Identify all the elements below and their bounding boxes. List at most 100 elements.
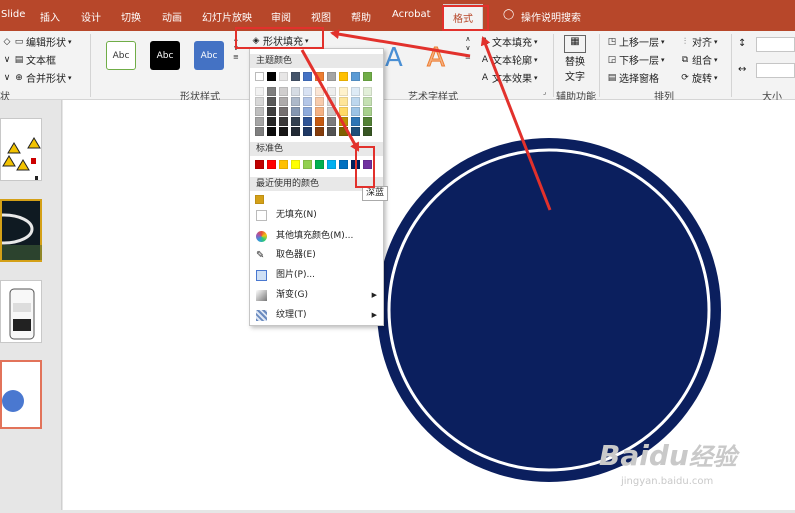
theme-shade-swatch[interactable] — [279, 127, 288, 136]
tab-insert[interactable]: 插入 — [40, 9, 60, 24]
theme-shade-swatch[interactable] — [291, 87, 300, 96]
theme-shade-swatch[interactable] — [315, 97, 324, 106]
bring-forward-button[interactable]: ◳ 上移一层 ▾ — [607, 34, 665, 50]
slide-thumbnail-4-selected[interactable] — [0, 360, 42, 429]
group-button[interactable]: ⧉ 组合 ▾ — [680, 52, 718, 68]
tab-help[interactable]: 帮助 — [351, 9, 371, 24]
theme-shade-swatch[interactable] — [339, 117, 348, 126]
navy-circle-shape[interactable] — [377, 138, 721, 482]
theme-shade-swatch[interactable] — [303, 97, 312, 106]
texture-fill-item[interactable]: 纹理(T) ▶ — [250, 306, 383, 324]
slide-canvas[interactable]: Baidu经验 jingyan.baidu.com — [63, 100, 795, 510]
theme-shade-swatch[interactable] — [315, 117, 324, 126]
width-input[interactable] — [756, 63, 795, 78]
tab-animations[interactable]: 动画 — [162, 9, 182, 24]
theme-shade-swatch[interactable] — [363, 107, 372, 116]
standard-color-swatch[interactable] — [303, 160, 312, 169]
tab-transitions[interactable]: 切换 — [121, 9, 141, 24]
theme-color-swatch[interactable] — [339, 72, 348, 81]
wordart-style-orange[interactable]: A — [427, 43, 446, 74]
theme-shade-swatch[interactable] — [255, 127, 264, 136]
theme-shade-swatch[interactable] — [255, 87, 264, 96]
rotate-button[interactable]: ⟳ 旋转 ▾ — [680, 70, 717, 86]
no-fill-item[interactable]: 无填充(N) — [250, 206, 383, 224]
theme-shade-swatch[interactable] — [255, 107, 264, 116]
text-box-button[interactable]: ∨ ▤ 文本框 — [2, 52, 56, 68]
tab-slide[interactable]: Slide — [1, 9, 25, 20]
standard-color-swatch[interactable] — [291, 160, 300, 169]
theme-shade-swatch[interactable] — [279, 107, 288, 116]
theme-shade-swatch[interactable] — [303, 117, 312, 126]
theme-shade-swatch[interactable] — [363, 87, 372, 96]
theme-shade-swatch[interactable] — [267, 87, 276, 96]
text-outline-button[interactable]: A 文本轮廓 ▾ — [480, 52, 538, 68]
theme-color-swatch[interactable] — [279, 72, 288, 81]
theme-shade-swatch[interactable] — [267, 127, 276, 136]
theme-color-swatch[interactable] — [351, 72, 360, 81]
theme-shade-swatch[interactable] — [327, 97, 336, 106]
theme-color-swatch[interactable] — [255, 72, 264, 81]
theme-shade-swatch[interactable] — [363, 97, 372, 106]
tab-slideshow[interactable]: 幻灯片放映 — [202, 9, 252, 24]
tab-design[interactable]: 设计 — [81, 9, 101, 24]
theme-shade-swatch[interactable] — [291, 107, 300, 116]
theme-shade-swatch[interactable] — [351, 117, 360, 126]
send-backward-button[interactable]: ◲ 下移一层 ▾ — [607, 52, 665, 68]
theme-shade-swatch[interactable] — [351, 127, 360, 136]
alt-text-button[interactable]: ▦ 替换 文字 — [564, 35, 586, 83]
selection-pane-button[interactable]: ▤ 选择窗格 — [607, 70, 659, 86]
theme-shade-swatch[interactable] — [279, 117, 288, 126]
shape-style-white[interactable]: Abc — [106, 41, 136, 70]
theme-color-swatch[interactable] — [267, 72, 276, 81]
recent-color-swatch[interactable] — [255, 195, 264, 204]
theme-shade-swatch[interactable] — [291, 97, 300, 106]
theme-color-swatch[interactable] — [315, 72, 324, 81]
slide-thumbnail-2[interactable] — [0, 199, 42, 262]
gradient-fill-item[interactable]: 渐变(G) ▶ — [250, 286, 383, 304]
theme-shade-swatch[interactable] — [279, 87, 288, 96]
theme-color-swatch[interactable] — [327, 72, 336, 81]
align-button[interactable]: ⫶ 对齐 ▾ — [680, 34, 718, 50]
tell-me-search[interactable]: 操作说明搜索 — [521, 9, 581, 24]
theme-shade-swatch[interactable] — [339, 87, 348, 96]
wordart-style-blue[interactable]: A — [385, 43, 403, 73]
standard-color-swatch[interactable] — [255, 160, 264, 169]
text-fill-button[interactable]: A 文本填充 ▾ — [480, 34, 538, 50]
wordart-gallery-scroll[interactable]: ∧ ∨ ≡ — [465, 35, 471, 61]
theme-shade-swatch[interactable] — [351, 107, 360, 116]
theme-shade-swatch[interactable] — [363, 117, 372, 126]
theme-shade-swatch[interactable] — [279, 97, 288, 106]
dialog-launcher-icon[interactable]: ⌟ — [543, 88, 546, 96]
theme-shade-swatch[interactable] — [291, 127, 300, 136]
theme-color-swatch[interactable] — [363, 72, 372, 81]
theme-shade-swatch[interactable] — [363, 127, 372, 136]
tab-view[interactable]: 视图 — [311, 9, 331, 24]
picture-fill-item[interactable]: 图片(P)... — [250, 266, 383, 284]
theme-shade-swatch[interactable] — [327, 117, 336, 126]
theme-shade-swatch[interactable] — [351, 87, 360, 96]
eyedropper-item[interactable]: ✎ 取色器(E) — [250, 246, 383, 264]
standard-color-swatch[interactable] — [279, 160, 288, 169]
standard-color-swatch[interactable] — [339, 160, 348, 169]
standard-color-swatch[interactable] — [327, 160, 336, 169]
theme-shade-swatch[interactable] — [339, 97, 348, 106]
theme-color-swatch[interactable] — [303, 72, 312, 81]
theme-color-swatch[interactable] — [291, 72, 300, 81]
theme-shade-swatch[interactable] — [327, 87, 336, 96]
slide-thumbnail-3[interactable] — [0, 280, 42, 343]
theme-shade-swatch[interactable] — [327, 107, 336, 116]
theme-shade-swatch[interactable] — [315, 127, 324, 136]
tab-acrobat[interactable]: Acrobat — [392, 9, 431, 20]
shape-style-blue[interactable]: Abc — [194, 41, 224, 70]
theme-shade-swatch[interactable] — [303, 87, 312, 96]
theme-shade-swatch[interactable] — [315, 107, 324, 116]
edit-shape-button[interactable]: ◇ ▭ 编辑形状 ▾ — [2, 34, 72, 50]
standard-color-swatch[interactable] — [315, 160, 324, 169]
theme-shade-swatch[interactable] — [339, 127, 348, 136]
text-effects-button[interactable]: A 文本效果 ▾ — [480, 70, 538, 86]
merge-shapes-button[interactable]: ∨ ⊕ 合并形状 ▾ — [2, 70, 72, 86]
theme-shade-swatch[interactable] — [267, 97, 276, 106]
theme-shade-swatch[interactable] — [291, 117, 300, 126]
height-input[interactable] — [756, 37, 795, 52]
theme-shade-swatch[interactable] — [351, 97, 360, 106]
